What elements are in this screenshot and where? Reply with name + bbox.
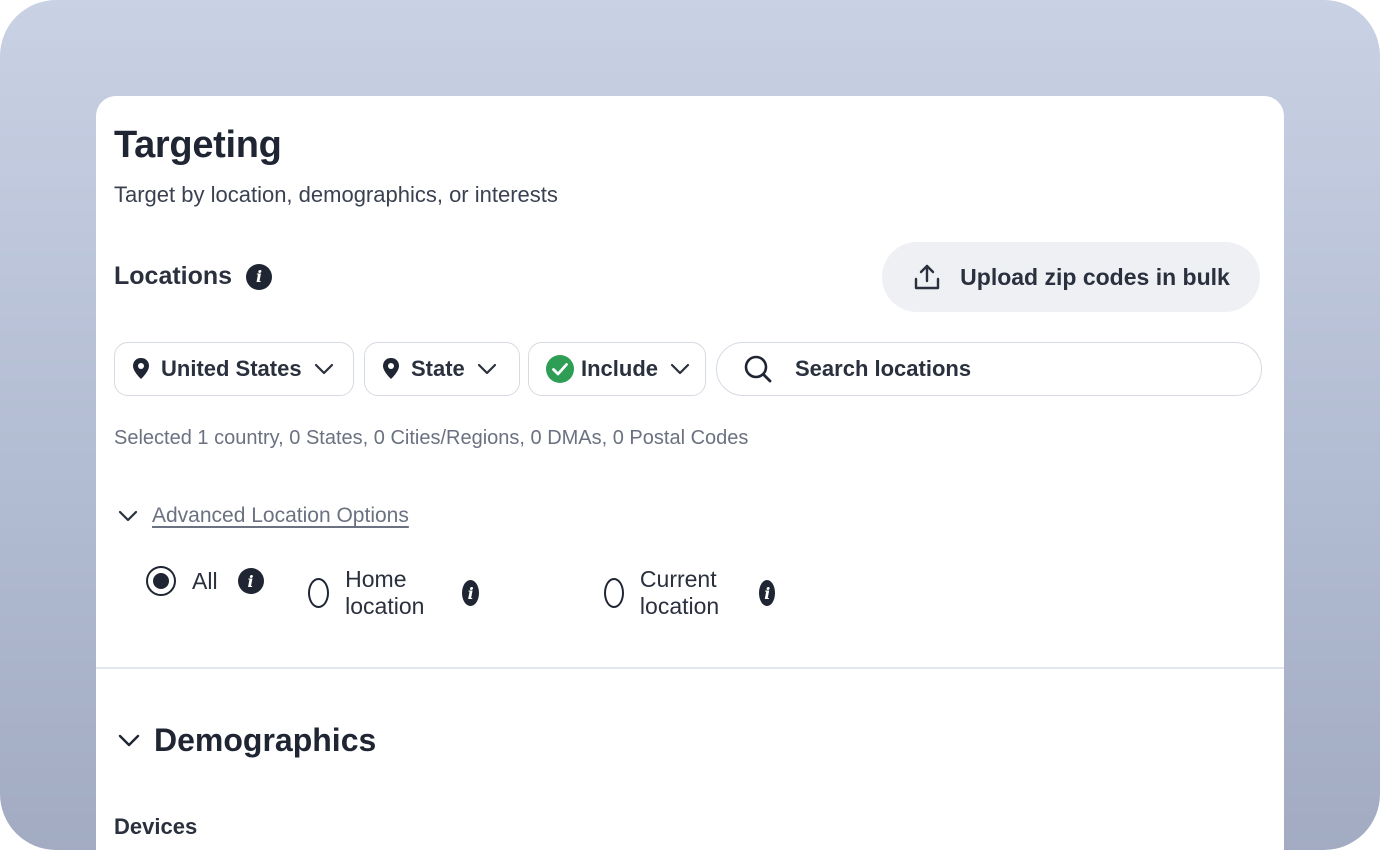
radio-label: Home location — [345, 566, 425, 619]
demographics-toggle[interactable]: Demographics — [118, 722, 376, 759]
page-title: Targeting — [114, 124, 282, 166]
window-frame: Targeting Target by location, demographi… — [0, 0, 1380, 850]
upload-icon — [914, 264, 940, 290]
region-type-value: State — [411, 356, 465, 381]
targeting-panel: Targeting Target by location, demographi… — [96, 96, 1284, 850]
radio-option-current-location[interactable]: Current location i — [604, 566, 776, 620]
country-dropdown[interactable]: United States — [114, 342, 354, 396]
info-icon[interactable]: i — [759, 580, 776, 606]
region-type-dropdown[interactable]: State — [364, 342, 520, 396]
radio-button[interactable] — [146, 566, 176, 596]
advanced-location-toggle[interactable]: Advanced Location Options — [118, 504, 409, 528]
chevron-down-icon — [118, 510, 138, 522]
section-divider — [96, 667, 1284, 669]
location-search-box[interactable] — [716, 342, 1262, 396]
map-pin-icon — [381, 357, 401, 381]
radio-button[interactable] — [604, 578, 624, 608]
radio-label: All — [192, 567, 218, 594]
chevron-down-icon — [118, 734, 140, 748]
upload-label: Upload zip codes in bulk — [960, 263, 1230, 290]
devices-label: Devices — [114, 814, 198, 839]
search-icon — [743, 354, 773, 384]
chevron-down-icon — [314, 363, 334, 375]
include-mode-dropdown[interactable]: Include — [528, 342, 706, 396]
locations-heading: Locations i — [114, 262, 273, 291]
include-mode-value: Include — [581, 356, 659, 381]
search-input[interactable] — [793, 355, 1237, 383]
chevron-down-icon — [670, 363, 690, 375]
demographics-heading: Demographics — [154, 722, 377, 758]
radio-button[interactable] — [308, 578, 330, 608]
info-icon[interactable]: i — [237, 568, 264, 594]
radio-option-all[interactable]: All i — [146, 566, 264, 596]
radio-option-home-location[interactable]: Home location i — [308, 566, 480, 620]
chevron-down-icon — [477, 363, 497, 375]
check-circle-icon — [545, 354, 575, 384]
locations-label: Locations — [114, 262, 233, 290]
page-subtitle: Target by location, demographics, or int… — [114, 182, 558, 207]
country-value: United States — [161, 356, 302, 381]
selection-summary: Selected 1 country, 0 States, 0 Cities/R… — [114, 427, 749, 449]
info-icon[interactable]: i — [462, 580, 480, 606]
info-icon[interactable]: i — [246, 263, 273, 290]
radio-label: Current location — [639, 566, 720, 619]
upload-zip-codes-button[interactable]: Upload zip codes in bulk — [882, 242, 1260, 312]
map-pin-icon — [131, 357, 151, 381]
advanced-location-link[interactable]: Advanced Location Options — [152, 504, 409, 528]
